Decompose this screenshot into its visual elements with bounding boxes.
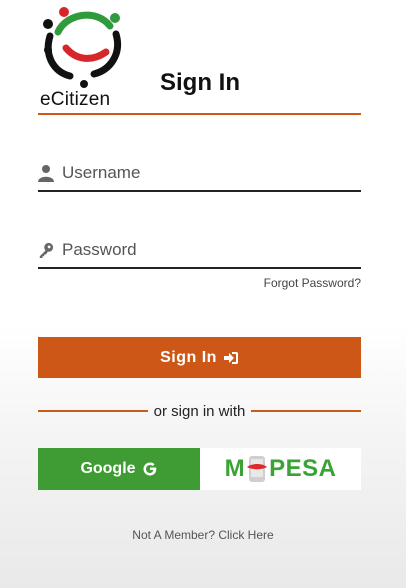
password-input[interactable] (62, 237, 352, 263)
google-g-icon (143, 462, 156, 476)
ecitizen-emblem-icon (43, 7, 121, 88)
forgot-password-link[interactable]: Forgot Password? (264, 276, 361, 290)
sign-in-arrow-icon (223, 351, 238, 364)
logo-text: eCitizen (40, 89, 111, 110)
password-field (38, 233, 361, 269)
register-link[interactable]: Not A Member? Click Here (0, 528, 406, 542)
google-signin-button[interactable]: Google (38, 448, 200, 490)
page-title: Sign In (160, 69, 240, 96)
mpesa-pesa: PESA (269, 455, 337, 482)
sign-in-label: Sign In (160, 348, 217, 366)
user-icon (38, 165, 54, 182)
google-label: Google (80, 460, 136, 477)
username-input[interactable] (62, 160, 352, 186)
divider-text: or sign in with (153, 402, 246, 420)
mpesa-phone-icon (247, 456, 268, 482)
username-field (38, 156, 361, 192)
mpesa-logo: M PESA (225, 454, 337, 484)
or-divider: or sign in with (38, 402, 361, 420)
mpesa-m: M (224, 455, 246, 482)
divider-line-right (251, 410, 361, 412)
title-divider (38, 113, 361, 115)
divider-line-left (38, 410, 148, 412)
key-icon (39, 242, 54, 258)
sign-in-button[interactable]: Sign In (38, 337, 361, 378)
mpesa-signin-button[interactable]: M PESA (200, 448, 361, 490)
